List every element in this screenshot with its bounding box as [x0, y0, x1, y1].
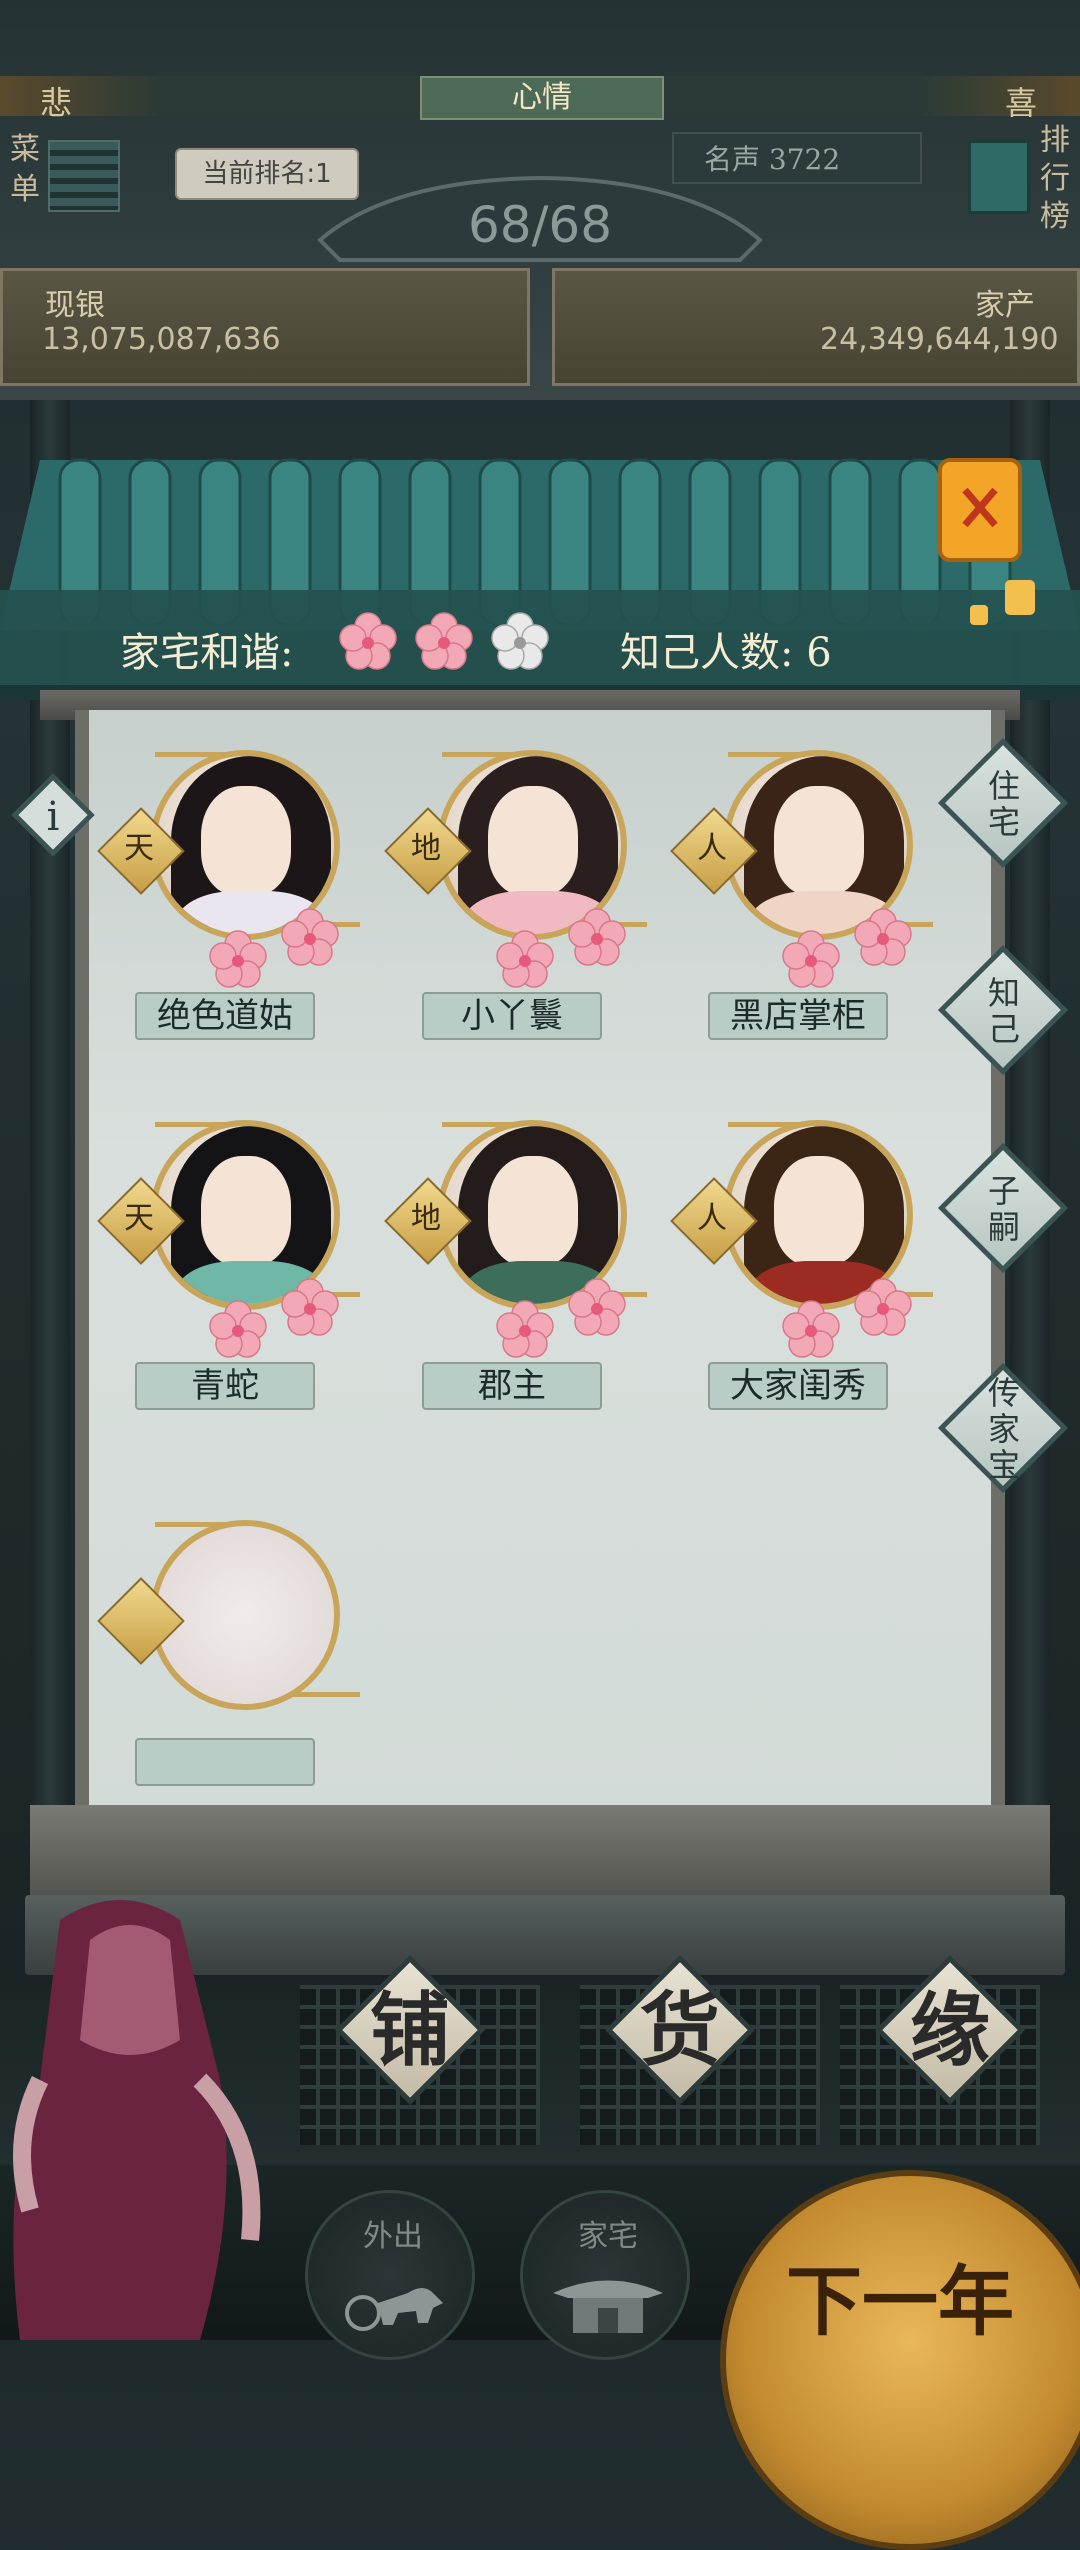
blossom-icon — [280, 908, 340, 968]
leaderboard-label[interactable]: 排行榜 — [1040, 122, 1076, 236]
character-card[interactable]: 人黑店掌柜 — [670, 730, 943, 1060]
svg-text:i: i — [47, 794, 60, 840]
character-card[interactable]: 人大家闺秀 — [670, 1100, 943, 1430]
character-name: 黑店掌柜 — [708, 992, 888, 1040]
carriage-icon — [345, 2288, 443, 2331]
leaderboard-scroll-icon[interactable] — [968, 140, 1030, 214]
blossom-icon — [781, 930, 841, 990]
tier-label: 地 — [411, 831, 441, 866]
confidant-count: 知己人数: 6 — [620, 630, 832, 676]
tier-label: 人 — [697, 1201, 727, 1236]
confidant-tab[interactable]: 知己 — [937, 944, 1069, 1076]
character-name: 青蛇 — [135, 1362, 315, 1410]
info-icon[interactable]: i — [8, 770, 98, 860]
empty-name-tag — [135, 1738, 315, 1786]
blossom-icon — [567, 1278, 627, 1338]
tier-label: 人 — [697, 831, 727, 866]
character-card[interactable]: 地郡主 — [384, 1100, 657, 1430]
character-card[interactable]: 天绝色道姑 — [97, 730, 370, 1060]
estate-value: 24,349,644,190 — [820, 322, 1059, 357]
goods-button[interactable]: 货 — [605, 1955, 755, 2105]
blossom-icon — [781, 1300, 841, 1360]
tier-label: 天 — [124, 1201, 154, 1236]
character-name: 绝色道姑 — [135, 992, 315, 1040]
blossom-icon — [208, 930, 268, 990]
stamina-counter: 68/68 — [467, 196, 613, 254]
character-name: 小丫鬟 — [422, 992, 602, 1040]
side-tab-label: 住宅 — [987, 767, 1020, 841]
fate-button[interactable]: 缘 — [875, 1955, 1025, 2105]
next-year-button[interactable] — [720, 2170, 1080, 2550]
character-card[interactable]: 地小丫鬟 — [384, 730, 657, 1060]
offspring-tab[interactable]: 子嗣 — [937, 1142, 1069, 1274]
shop-label: 铺 — [370, 1983, 450, 2077]
tier-label: 地 — [411, 1201, 441, 1236]
mood-sad-label: 悲 — [40, 84, 73, 122]
harmony-blossom-empty-icon — [491, 612, 549, 670]
character-name: 郡主 — [422, 1362, 602, 1410]
estate-label: 家产 — [975, 288, 1035, 323]
blossom-icon — [280, 1278, 340, 1338]
shop-button[interactable]: 铺 — [335, 1955, 485, 2105]
harmony-blossom-icon — [415, 612, 473, 670]
harmony-label: 家宅和谐: — [120, 630, 294, 676]
home-label: 家宅 — [578, 2219, 638, 2254]
harmony-blossom-icon — [339, 612, 397, 670]
tier-label: 天 — [124, 831, 154, 866]
player-avatar-figure — [13, 1900, 261, 2340]
heirloom-tab[interactable]: 传家宝 — [937, 1362, 1069, 1494]
goods-label: 货 — [640, 1983, 720, 2077]
outing-button[interactable]: 外出 — [305, 2190, 475, 2360]
blossom-icon — [853, 908, 913, 968]
character-card[interactable]: 天青蛇 — [97, 1100, 370, 1430]
silver-label: 现银 — [45, 288, 105, 323]
side-tab-label: 子嗣 — [987, 1172, 1020, 1246]
side-tab-label: 知己 — [987, 974, 1020, 1048]
character-name: 大家闺秀 — [708, 1362, 888, 1410]
home-button[interactable]: 家宅 — [520, 2190, 690, 2360]
blossom-icon — [495, 930, 555, 990]
outing-label: 外出 — [363, 2219, 423, 2254]
fate-label: 缘 — [910, 1983, 990, 2077]
next-year-label[interactable]: 下一年 — [740, 2240, 1060, 2350]
silver-value: 13,075,087,636 — [42, 322, 281, 357]
menu-icon[interactable] — [48, 140, 120, 212]
blossom-icon — [567, 908, 627, 968]
blossom-icon — [495, 1300, 555, 1360]
side-tab-label: 传家宝 — [987, 1374, 1020, 1484]
mood-happy-label: 喜 — [1005, 84, 1038, 122]
blossom-icon — [208, 1300, 268, 1360]
residence-tab[interactable]: 住宅 — [937, 737, 1069, 869]
mood-label: 心情 — [420, 76, 664, 120]
house-icon — [553, 2280, 663, 2333]
empty-character-slot[interactable] — [97, 1500, 370, 1830]
menu-label: 菜单 — [10, 132, 40, 207]
lantern-icon[interactable] — [930, 455, 1040, 625]
blossom-icon — [853, 1278, 913, 1338]
